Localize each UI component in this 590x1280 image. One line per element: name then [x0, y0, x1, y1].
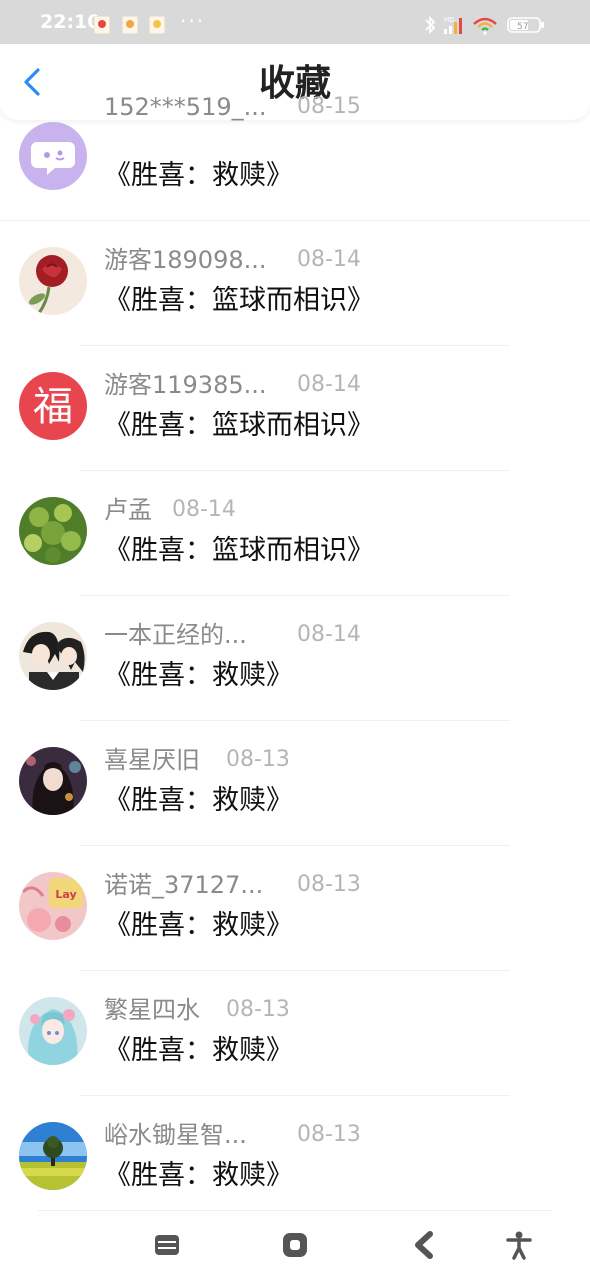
- item-date: 08-15: [297, 94, 361, 119]
- rose-avatar: [19, 247, 87, 315]
- item-username: 喜星厌旧: [104, 746, 200, 774]
- anime-girls-avatar: [19, 622, 87, 690]
- item-title: 《胜喜：救赎》: [104, 910, 293, 941]
- accessibility-icon: [506, 1231, 532, 1260]
- fu-character-avatar: 福: [19, 372, 87, 440]
- notification-app-icon: [149, 16, 165, 34]
- item-username: 152***519_...: [104, 93, 267, 121]
- item-date: 08-14: [172, 497, 236, 522]
- status-icons-group: HD 57: [425, 15, 544, 35]
- item-title: 《胜喜：救赎》: [104, 785, 293, 816]
- list-item[interactable]: 福 游客119385... 08-14 《胜喜：篮球而相识》: [0, 346, 590, 471]
- svg-text:福: 福: [33, 384, 73, 430]
- nav-divider: [38, 1210, 552, 1211]
- item-title: 《胜喜：篮球而相识》: [104, 285, 374, 316]
- item-date: 08-14: [297, 622, 361, 647]
- home-icon: [283, 1233, 307, 1257]
- notification-app-icon: [122, 16, 138, 34]
- bluetooth-icon: [425, 15, 436, 35]
- pink-sakura-avatar: Lay: [19, 872, 87, 940]
- item-username: 卢孟: [104, 496, 152, 524]
- item-title: 《胜喜：篮球而相识》: [104, 535, 374, 566]
- item-username: 峪水锄星智...: [104, 1121, 247, 1149]
- item-date: 08-13: [297, 872, 361, 897]
- item-date: 08-13: [226, 997, 290, 1022]
- anime-girl-dark-avatar: [19, 747, 87, 815]
- item-username: 游客189098...: [104, 246, 267, 274]
- landscape-tree-avatar: [19, 1122, 87, 1190]
- menu-icon: [155, 1235, 179, 1255]
- signal-icon: HD: [444, 16, 462, 34]
- list-item[interactable]: 喜星厌旧 08-13 《胜喜：救赎》: [0, 721, 590, 846]
- svg-text:HD: HD: [444, 16, 455, 24]
- item-date: 08-13: [297, 1122, 361, 1147]
- anime-girl-blue-avatar: [19, 997, 87, 1065]
- system-navigation-bar: [0, 1210, 590, 1280]
- item-title: 《胜喜：救赎》: [104, 160, 293, 191]
- chat-bubble-avatar: [19, 122, 87, 190]
- favorites-list: 152***519_... 08-15 《胜喜：救赎》 游客189098... …: [0, 93, 590, 1221]
- item-date: 08-14: [297, 247, 361, 272]
- battery-icon: 57: [507, 17, 544, 33]
- back-arrow-icon: [415, 1231, 433, 1259]
- svg-text:57: 57: [517, 22, 528, 32]
- status-bar: 22:10 ··· HD 57: [0, 0, 590, 44]
- item-username: 一本正经的...: [104, 621, 247, 649]
- accessibility-button[interactable]: [504, 1230, 534, 1260]
- wifi-icon: [473, 17, 497, 35]
- item-title: 《胜喜：救赎》: [104, 1160, 293, 1191]
- list-item[interactable]: Lay 诺诺_37127... 08-13 《胜喜：救赎》: [0, 846, 590, 971]
- svg-text:Lay: Lay: [55, 888, 76, 901]
- item-title: 《胜喜：救赎》: [104, 1035, 293, 1066]
- list-item[interactable]: 一本正经的... 08-14 《胜喜：救赎》: [0, 596, 590, 721]
- item-title: 《胜喜：救赎》: [104, 660, 293, 691]
- list-item[interactable]: 卢孟 08-14 《胜喜：篮球而相识》: [0, 471, 590, 596]
- back-nav-button[interactable]: [410, 1230, 440, 1260]
- green-leaves-avatar: [19, 497, 87, 565]
- item-username: 繁星四水: [104, 996, 200, 1024]
- recent-apps-button[interactable]: [152, 1230, 182, 1260]
- status-time: 22:10: [40, 11, 101, 33]
- notification-app-icon: [94, 16, 110, 34]
- item-date: 08-13: [226, 747, 290, 772]
- list-item[interactable]: 152***519_... 08-15 《胜喜：救赎》: [0, 93, 590, 221]
- home-button[interactable]: [280, 1230, 310, 1260]
- more-notifications-icon: ···: [180, 9, 206, 33]
- item-date: 08-14: [297, 372, 361, 397]
- list-item[interactable]: 繁星四水 08-13 《胜喜：救赎》: [0, 971, 590, 1096]
- list-item[interactable]: 游客189098... 08-14 《胜喜：篮球而相识》: [0, 221, 590, 346]
- item-title: 《胜喜：篮球而相识》: [104, 410, 374, 441]
- item-username: 游客119385...: [104, 371, 267, 399]
- list-item[interactable]: 峪水锄星智... 08-13 《胜喜：救赎》: [0, 1096, 590, 1221]
- item-username: 诺诺_37127...: [104, 871, 264, 899]
